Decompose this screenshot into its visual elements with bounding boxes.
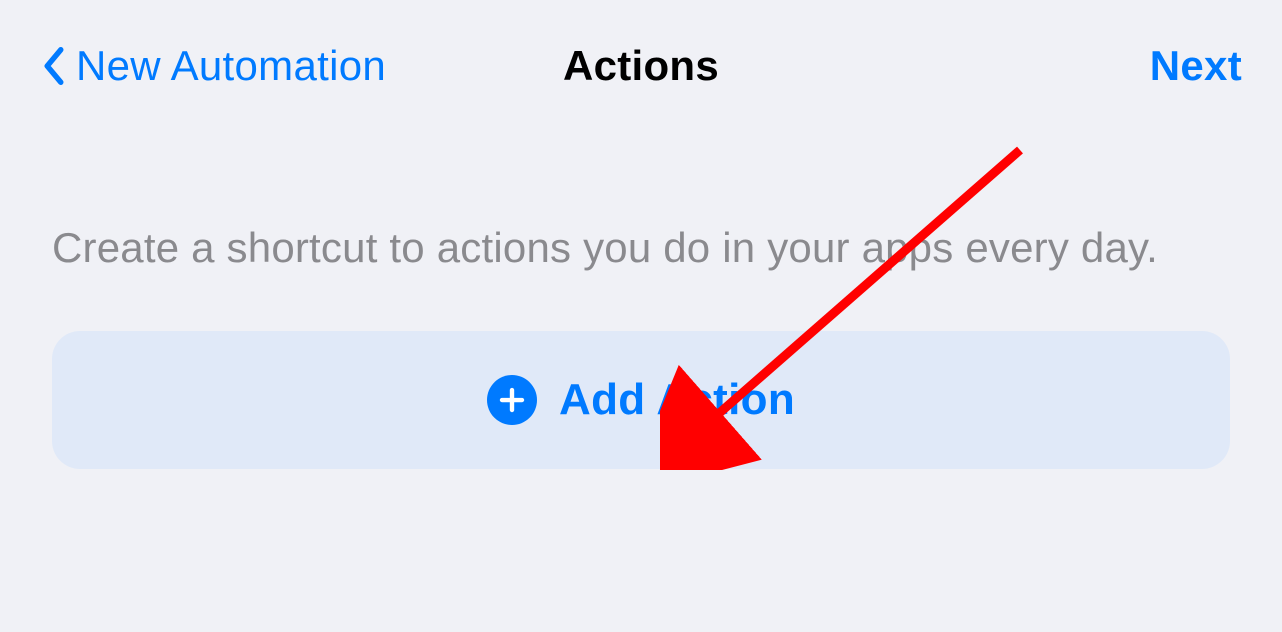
- plus-circle-icon: [487, 375, 537, 425]
- description-text: Create a shortcut to actions you do in y…: [52, 220, 1230, 277]
- add-action-label: Add Action: [559, 375, 795, 425]
- chevron-left-icon: [40, 44, 68, 88]
- back-button[interactable]: New Automation: [40, 42, 386, 90]
- main-content: Create a shortcut to actions you do in y…: [0, 100, 1282, 469]
- navigation-bar: New Automation Actions Next: [0, 0, 1282, 100]
- add-action-button[interactable]: Add Action: [52, 331, 1230, 469]
- page-title: Actions: [563, 42, 719, 90]
- back-button-label: New Automation: [76, 42, 386, 90]
- next-button[interactable]: Next: [1150, 42, 1242, 90]
